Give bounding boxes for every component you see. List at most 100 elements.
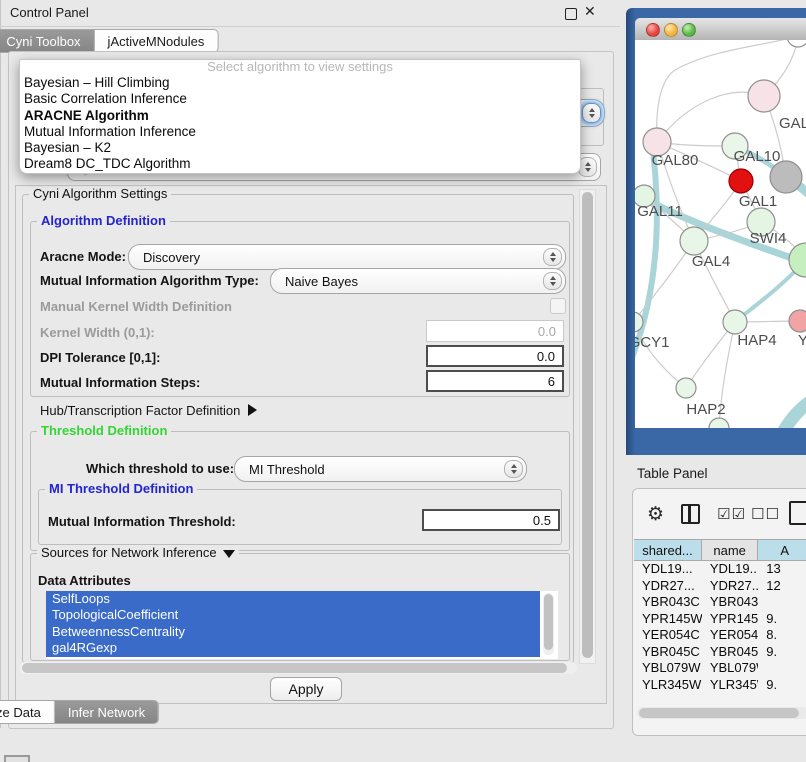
attribute-item[interactable]: TopologicalCoefficient xyxy=(46,607,540,623)
cyni-toolbox-panel: gal-filtered sif default node Select alg… xyxy=(8,51,614,729)
hub-definition-toggle[interactable]: Hub/Transcription Factor Definition xyxy=(40,402,257,419)
algorithm-option[interactable]: ARACNE Algorithm xyxy=(20,108,580,124)
node-label-hap2: HAP2 xyxy=(686,401,725,418)
control-panel-tabs: NetworkStyleSelectCyni ToolboxjActiveMNo… xyxy=(0,29,218,53)
expanded-arrow-icon[interactable] xyxy=(223,550,235,558)
manual-kernel-checkbox[interactable] xyxy=(550,298,566,314)
algorithm-option[interactable]: Basic Correlation Inference xyxy=(20,91,580,107)
tab-discretize-data[interactable]: Discretize Data xyxy=(0,701,55,723)
network-node-gal4[interactable] xyxy=(680,227,708,255)
screenshot-root: Control Panel ✕ NetworkStyleSelectCyni T… xyxy=(0,0,806,762)
node-label-gal80: GAL80 xyxy=(652,152,699,169)
hub-definition-label: Hub/Transcription Factor Definition xyxy=(40,403,240,418)
tab-cyni-toolbox[interactable]: Cyni Toolbox xyxy=(0,30,95,52)
algorithm-option[interactable]: Dream8 DC_TDC Algorithm xyxy=(20,156,580,172)
collapsed-arrow-icon[interactable] xyxy=(248,404,257,416)
table-row[interactable]: YPR145WYPR145W9. xyxy=(634,611,806,628)
network-node-hap4[interactable] xyxy=(723,310,747,334)
data-attributes-list[interactable]: SelfLoopsTopologicalCoefficientBetweenne… xyxy=(46,591,558,659)
select-all-checkboxes-icon[interactable]: ☑☑ xyxy=(717,505,746,523)
network-node-hap2[interactable] xyxy=(676,378,696,398)
column-header[interactable]: shared... xyxy=(634,539,702,561)
list-scrollbar[interactable] xyxy=(543,593,554,655)
mi-threshold-field[interactable]: 0.5 xyxy=(422,509,560,531)
table-cell: YIL052C xyxy=(702,693,758,695)
table-row[interactable]: YDR27...YDR27...12 xyxy=(634,578,806,595)
mi-type-label: Mutual Information Algorithm Type: xyxy=(40,272,259,289)
table-panel-title: Table Panel xyxy=(637,466,708,481)
minimize-traffic-light-icon[interactable] xyxy=(664,23,678,37)
control-panel-titlebar: Control Panel ✕ xyxy=(0,1,620,27)
attribute-item[interactable]: SelfLoops xyxy=(46,591,540,607)
node-table[interactable]: shared...nameA YDL19...YDL19...13YDR27..… xyxy=(634,539,806,695)
zoom-traffic-light-icon[interactable] xyxy=(682,23,696,37)
network-node[interactable] xyxy=(770,161,802,193)
table-row[interactable]: YER054CYER054C8. xyxy=(634,627,806,644)
table-row[interactable]: YLR345WYLR345W9. xyxy=(634,677,806,694)
kernel-width-field[interactable]: 0.0 xyxy=(426,320,564,342)
table-cell: 9 xyxy=(758,693,806,695)
float-window-icon[interactable] xyxy=(565,8,577,20)
column-header[interactable]: A xyxy=(758,539,806,561)
network-node-y[interactable] xyxy=(789,310,806,332)
gear-icon[interactable]: ⚙ xyxy=(647,503,664,526)
table-cell: YDL19... xyxy=(634,561,702,578)
tab-jactivemnodules[interactable]: jActiveMNodules xyxy=(95,30,218,52)
sources-group-title[interactable]: Sources for Network Inference xyxy=(37,545,239,560)
table-row[interactable]: YIL052CYIL052C9 xyxy=(634,693,806,695)
table-row[interactable]: YBR043CYBR043C xyxy=(634,594,806,611)
table-cell: YBR043C xyxy=(702,594,758,611)
algorithm-option[interactable]: Mutual Information Inference xyxy=(20,124,580,140)
attribute-item[interactable]: BetweennessCentrality xyxy=(46,624,540,640)
columns-icon[interactable] xyxy=(681,504,700,524)
network-graph-canvas[interactable]: GALGAL80GAL10GAL1GAL11SWI4GAL4GCY1HAP4YH… xyxy=(635,40,806,428)
attribute-item[interactable]: gal4RGexp xyxy=(46,640,540,656)
aracne-mode-label: Aracne Mode: xyxy=(40,248,126,265)
table-row[interactable]: YBL079WYBL079W xyxy=(634,660,806,677)
algorithm-dropdown-list: Bayesian – Hill ClimbingBasic Correlatio… xyxy=(20,75,580,173)
combo-spinner-icon[interactable] xyxy=(543,272,562,290)
close-traffic-light-icon[interactable] xyxy=(646,23,660,37)
corner-widget xyxy=(4,755,30,762)
settings-horizontal-scrollbar[interactable] xyxy=(19,662,577,674)
table-cell: YBR045C xyxy=(702,644,758,661)
network-window-titlebar[interactable] xyxy=(635,18,806,41)
table-row[interactable]: YDL19...YDL19...13 xyxy=(634,561,806,578)
settings-vertical-scrollbar[interactable] xyxy=(579,189,596,664)
which-threshold-combo[interactable]: MI Threshold xyxy=(234,456,527,482)
dpi-tolerance-value: 0.0 xyxy=(537,349,555,364)
aracne-mode-combo[interactable]: Discovery xyxy=(128,244,566,270)
network-node[interactable] xyxy=(787,40,806,47)
combo-spinner-icon[interactable] xyxy=(582,103,601,123)
algorithm-definition-title: Algorithm Definition xyxy=(37,213,170,228)
column-header[interactable]: name xyxy=(702,539,758,561)
table-cell xyxy=(758,660,806,677)
algorithm-option[interactable]: Bayesian – K2 xyxy=(20,140,580,156)
aracne-mode-value: Discovery xyxy=(129,250,200,265)
mi-steps-value: 6 xyxy=(548,374,555,389)
mi-threshold-label: Mutual Information Threshold: xyxy=(48,513,236,530)
network-node[interactable] xyxy=(729,169,753,193)
table-cell: YBL079W xyxy=(702,660,758,677)
table-row[interactable]: YBR045CYBR045C9. xyxy=(634,644,806,661)
node-label-swi4: SWI4 xyxy=(750,230,787,247)
combo-spinner-icon[interactable] xyxy=(504,460,523,478)
mi-steps-label: Mutual Information Steps: xyxy=(40,374,200,391)
control-panel-window: Control Panel ✕ NetworkStyleSelectCyni T… xyxy=(0,0,1,728)
mi-type-combo[interactable]: Naive Bayes xyxy=(270,268,566,294)
network-node[interactable] xyxy=(709,418,729,428)
network-node-gal[interactable] xyxy=(748,80,780,112)
node-label-gal1: GAL1 xyxy=(739,193,777,210)
mi-steps-field[interactable]: 6 xyxy=(426,370,564,392)
network-edge-thick xyxy=(783,396,806,428)
dpi-tolerance-field[interactable]: 0.0 xyxy=(426,345,564,367)
deselect-all-checkboxes-icon[interactable]: ☐☐ xyxy=(751,505,780,523)
table-horizontal-scrollbar[interactable] xyxy=(637,707,806,719)
apply-button[interactable]: Apply xyxy=(270,677,342,701)
close-icon[interactable]: ✕ xyxy=(584,3,596,20)
tab-infer-network[interactable]: Infer Network xyxy=(55,701,158,723)
export-table-icon[interactable] xyxy=(789,501,806,525)
dpi-tolerance-label: DPI Tolerance [0,1]: xyxy=(40,349,160,366)
combo-spinner-icon[interactable] xyxy=(543,248,562,266)
algorithm-option[interactable]: Bayesian – Hill Climbing xyxy=(20,75,580,91)
